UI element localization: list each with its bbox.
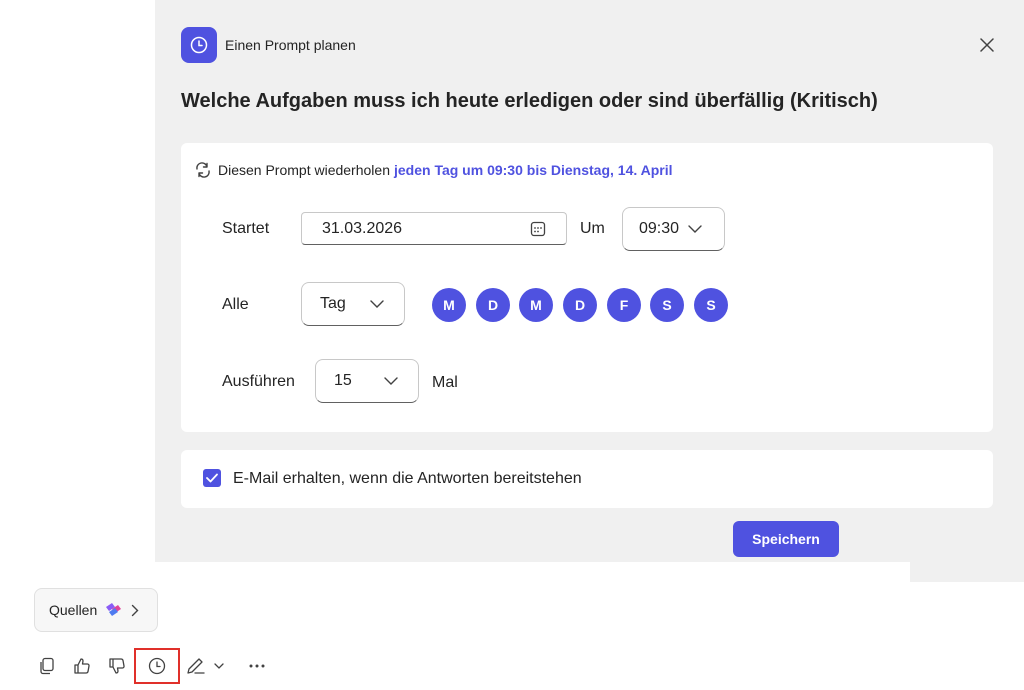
repeat-icon bbox=[196, 162, 210, 178]
dialog-header-title: Einen Prompt planen bbox=[225, 37, 356, 53]
start-time-dropdown[interactable]: 09:30 bbox=[622, 207, 725, 251]
start-time-value: 09:30 bbox=[639, 220, 680, 237]
sources-label: Quellen bbox=[49, 602, 98, 618]
day-toggle-thursday[interactable]: D bbox=[563, 288, 597, 322]
repeat-label: Diesen Prompt wiederholen bbox=[218, 162, 390, 178]
email-option-card: E-Mail erhalten, wenn die Antworten bere… bbox=[181, 450, 993, 508]
start-label: Startet bbox=[222, 220, 270, 237]
prompt-title: Welche Aufgaben muss ich heute erledigen… bbox=[181, 90, 878, 112]
schedule-card: Diesen Prompt wiederholen jeden Tag um 0… bbox=[181, 143, 993, 432]
sources-button[interactable]: Quellen bbox=[34, 588, 158, 632]
clock-icon bbox=[181, 27, 217, 63]
highlight-box bbox=[134, 648, 180, 684]
chevron-right-icon bbox=[131, 604, 139, 617]
day-toggle-wednesday[interactable]: M bbox=[519, 288, 553, 322]
frequency-value: Tag bbox=[320, 295, 346, 312]
run-count-dropdown[interactable]: 15 bbox=[315, 359, 419, 403]
at-label: Um bbox=[580, 220, 605, 237]
close-icon bbox=[980, 38, 994, 52]
backdrop-tail bbox=[910, 562, 1024, 582]
start-date-value: 31.03.2026 bbox=[322, 219, 403, 237]
email-checkbox-label[interactable]: E-Mail erhalten, wenn die Antworten bere… bbox=[233, 470, 582, 488]
thumbs-up-icon[interactable] bbox=[72, 656, 92, 676]
day-toggle-saturday[interactable]: S bbox=[650, 288, 684, 322]
checkmark-icon bbox=[206, 473, 218, 483]
close-button[interactable] bbox=[976, 34, 998, 56]
day-toggle-tuesday[interactable]: D bbox=[476, 288, 510, 322]
schedule-prompt-dialog: Einen Prompt planen Welche Aufgaben muss… bbox=[155, 0, 1024, 562]
thumbs-down-icon[interactable] bbox=[107, 656, 127, 676]
chevron-down-icon[interactable] bbox=[212, 656, 226, 676]
save-button[interactable]: Speichern bbox=[733, 521, 839, 557]
email-checkbox[interactable] bbox=[203, 469, 221, 487]
calendar-icon[interactable] bbox=[530, 221, 546, 237]
day-toggle-sunday[interactable]: S bbox=[694, 288, 728, 322]
frequency-dropdown[interactable]: Tag bbox=[301, 282, 405, 326]
run-label: Ausführen bbox=[222, 373, 295, 390]
day-toggle-friday[interactable]: F bbox=[607, 288, 641, 322]
every-label: Alle bbox=[222, 296, 249, 313]
copy-icon[interactable] bbox=[37, 656, 57, 676]
start-date-input[interactable]: 31.03.2026 bbox=[301, 212, 567, 245]
copilot-sources-icon bbox=[103, 601, 123, 619]
more-options-icon[interactable] bbox=[247, 656, 267, 676]
edit-pen-icon[interactable] bbox=[186, 656, 206, 676]
run-count-value: 15 bbox=[334, 372, 352, 389]
dialog-header: Einen Prompt planen bbox=[181, 27, 356, 63]
chevron-down-icon bbox=[384, 377, 398, 385]
chevron-down-icon bbox=[370, 300, 384, 308]
day-toggle-monday[interactable]: M bbox=[432, 288, 466, 322]
chevron-down-icon bbox=[688, 225, 702, 233]
repeat-summary-link[interactable]: jeden Tag um 09:30 bis Dienstag, 14. Apr… bbox=[394, 162, 673, 178]
repeat-summary-line: Diesen Prompt wiederholen jeden Tag um 0… bbox=[194, 161, 673, 179]
run-unit-label: Mal bbox=[432, 374, 458, 391]
